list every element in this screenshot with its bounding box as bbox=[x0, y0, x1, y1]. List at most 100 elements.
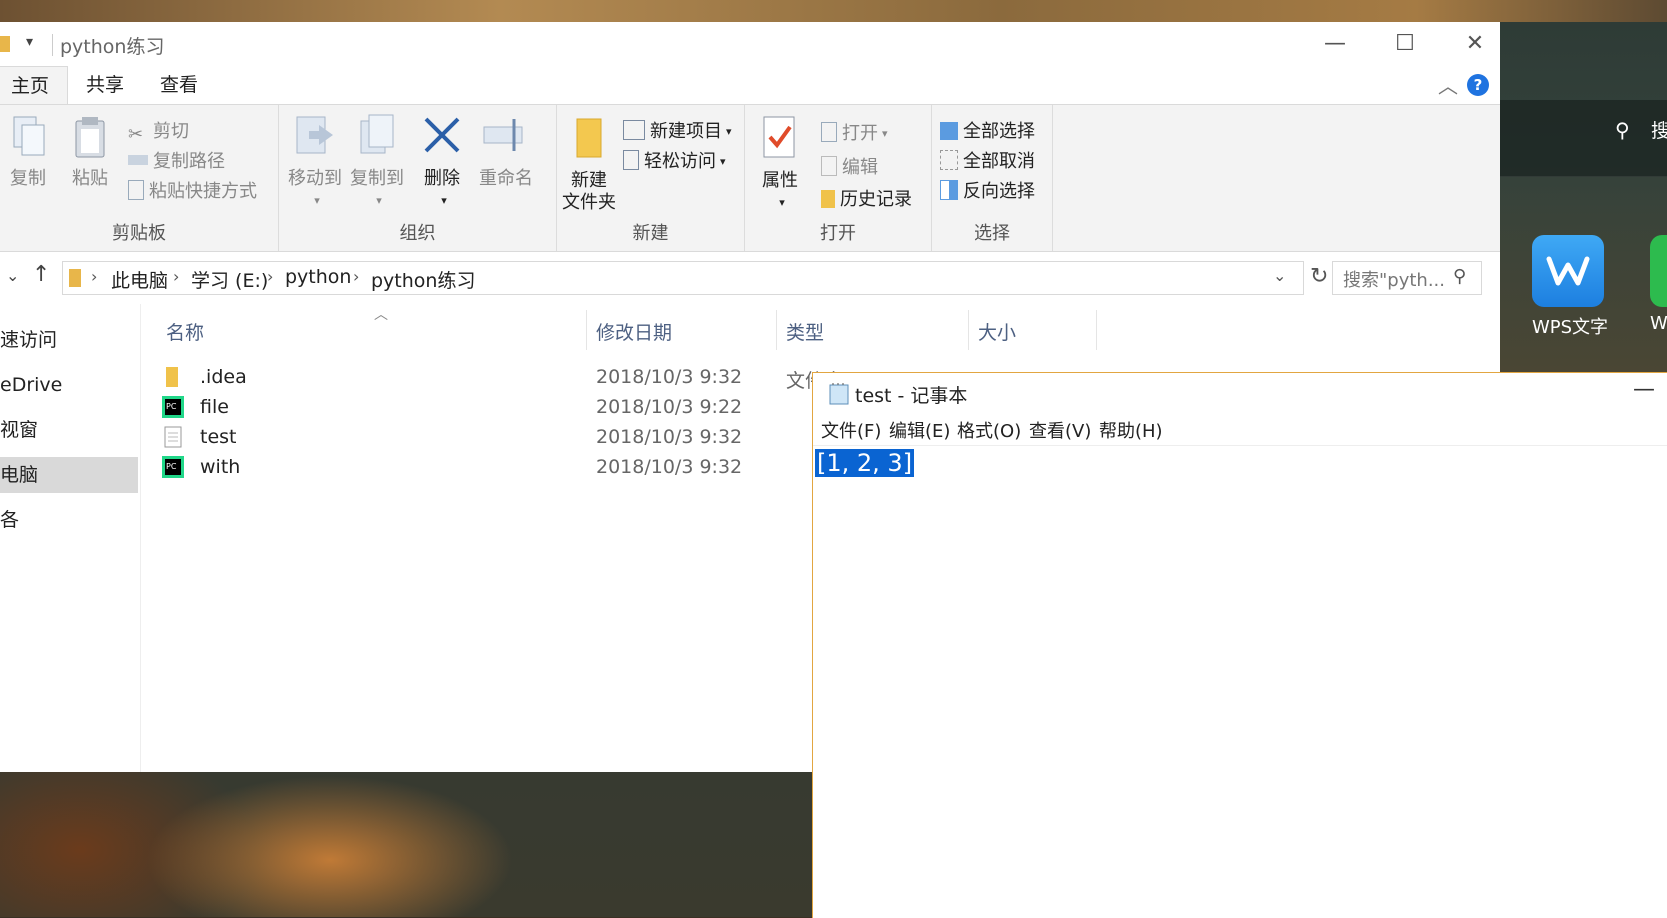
chevron-right-icon[interactable]: › bbox=[267, 267, 273, 286]
notepad-text-area[interactable]: [1, 2, 3] bbox=[815, 449, 915, 477]
history-button[interactable]: 历史记录 bbox=[821, 185, 912, 211]
svg-text:PC: PC bbox=[166, 402, 177, 411]
search-input[interactable]: 搜索"pyth... ⚲ bbox=[1332, 261, 1482, 295]
column-divider[interactable] bbox=[1096, 310, 1097, 350]
menu-view[interactable]: 查看(V) bbox=[1029, 417, 1091, 443]
notepad-titlebar[interactable]: test - 记事本 — bbox=[813, 373, 1667, 413]
chevron-down-icon: ▾ bbox=[882, 127, 888, 140]
search-placeholder: 搜索"pyth... bbox=[1343, 270, 1445, 291]
desktop-search-bar[interactable] bbox=[1500, 100, 1667, 177]
menu-file[interactable]: 文件(F) bbox=[821, 417, 881, 443]
paste-shortcut-button[interactable]: 粘贴快捷方式 bbox=[128, 177, 257, 203]
maximize-button[interactable]: ☐ bbox=[1385, 30, 1425, 60]
nav-item-3d-objects[interactable]: 视窗 bbox=[0, 412, 138, 448]
new-item-icon bbox=[623, 120, 645, 140]
new-item-button[interactable]: 新建项目 ▾ bbox=[623, 117, 732, 143]
desktop-search-label: 搜 bbox=[1651, 120, 1667, 142]
copy-path-icon bbox=[128, 155, 148, 165]
select-none-button[interactable]: 全部取消 bbox=[940, 147, 1035, 173]
move-to-icon bbox=[296, 116, 333, 154]
folder-icon bbox=[69, 269, 81, 287]
menu-edit[interactable]: 编辑(E) bbox=[889, 417, 950, 443]
quick-access-dropdown-icon[interactable]: ▾ bbox=[26, 34, 33, 50]
nav-item-onedrive[interactable]: eDrive bbox=[0, 367, 138, 403]
copy-button[interactable]: 复制 bbox=[6, 115, 50, 190]
edit-button[interactable]: 编辑 bbox=[821, 153, 878, 179]
easy-access-label: 轻松访问 bbox=[644, 151, 716, 172]
tab-view[interactable]: 查看 bbox=[142, 66, 216, 104]
open-icon bbox=[821, 122, 837, 142]
copy-path-label: 复制路径 bbox=[153, 151, 225, 172]
app-tile-partial[interactable] bbox=[1650, 235, 1667, 307]
invert-selection-button[interactable]: 反向选择 bbox=[940, 177, 1035, 203]
tab-home[interactable]: 主页 bbox=[0, 66, 69, 105]
minimize-button[interactable]: — bbox=[1633, 377, 1655, 402]
easy-access-button[interactable]: 轻松访问 ▾ bbox=[623, 147, 726, 173]
wps-app-label[interactable]: WPS文字 bbox=[1520, 313, 1620, 339]
chevron-right-icon[interactable]: › bbox=[91, 267, 97, 286]
copy-to-button[interactable]: 复制到 ▾ bbox=[349, 113, 405, 211]
open-button[interactable]: 打开 ▾ bbox=[821, 119, 888, 145]
move-to-label: 移动到 bbox=[288, 168, 342, 189]
delete-button[interactable]: 删除 ▾ bbox=[419, 113, 465, 211]
paste-shortcut-icon bbox=[128, 180, 144, 200]
refresh-icon[interactable]: ↻ bbox=[1310, 264, 1328, 289]
file-modified: 2018/10/3 9:32 bbox=[596, 456, 743, 478]
chevron-right-icon[interactable]: › bbox=[353, 267, 359, 286]
wallpaper-strip bbox=[0, 0, 1667, 22]
wps-app-icon[interactable] bbox=[1532, 235, 1604, 307]
sort-ascending-icon: ︿ bbox=[374, 307, 388, 323]
search-icon[interactable]: ⚲ bbox=[1453, 266, 1466, 287]
chevron-down-icon[interactable]: ⌄ bbox=[6, 266, 19, 285]
file-name: file bbox=[200, 396, 229, 418]
file-modified: 2018/10/3 9:22 bbox=[596, 396, 743, 418]
chevron-down-icon: ▾ bbox=[720, 155, 726, 168]
scissors-icon: ✂ bbox=[128, 124, 144, 145]
move-to-button[interactable]: 移动到 ▾ bbox=[287, 113, 343, 211]
address-bar[interactable]: › 此电脑 › 学习 (E:) › python › python练习 ⌄ bbox=[62, 261, 1304, 295]
rename-button[interactable]: 重命名 bbox=[477, 113, 535, 190]
paste-button[interactable]: 粘贴 bbox=[68, 115, 112, 190]
column-header-type[interactable]: 类型 bbox=[786, 318, 824, 345]
select-all-button[interactable]: 全部选择 bbox=[940, 117, 1035, 143]
nav-item-network[interactable]: 各 bbox=[0, 502, 138, 538]
new-folder-button[interactable]: 新建 文件夹 bbox=[561, 115, 617, 214]
menu-help[interactable]: 帮助(H) bbox=[1099, 417, 1163, 443]
column-header-size[interactable]: 大小 bbox=[978, 318, 1016, 345]
cut-button[interactable]: ✂ 剪切 bbox=[128, 117, 189, 145]
properties-icon bbox=[763, 116, 795, 158]
search-icon[interactable]: ⚲ bbox=[1615, 118, 1630, 142]
column-divider[interactable] bbox=[586, 310, 587, 350]
chevron-down-icon: ▾ bbox=[726, 125, 732, 138]
navigation-pane: 速访问 eDrive 视窗 电脑 各 bbox=[0, 304, 141, 772]
close-button[interactable]: ✕ bbox=[1455, 30, 1495, 60]
column-header-modified[interactable]: 修改日期 bbox=[596, 318, 672, 345]
breadcrumb-current[interactable]: python练习 bbox=[371, 266, 475, 293]
ribbon-group-open: 属性 ▾ 打开 ▾ 编辑 历史记录 打开 bbox=[745, 105, 932, 251]
chevron-up-icon[interactable]: ︿ bbox=[1438, 70, 1458, 99]
help-icon[interactable]: ? bbox=[1467, 74, 1489, 96]
menu-format[interactable]: 格式(O) bbox=[957, 417, 1021, 443]
ribbon: 复制 粘贴 ✂ 剪切 复制路径 粘贴快捷方式 剪贴板 移动到 ▾ 复制到 ▾ 删… bbox=[0, 104, 1500, 252]
chevron-right-icon[interactable]: › bbox=[173, 267, 179, 286]
copy-path-button[interactable]: 复制路径 bbox=[128, 147, 225, 173]
minimize-button[interactable]: — bbox=[1315, 30, 1355, 60]
column-header-name[interactable]: 名称 bbox=[166, 318, 204, 345]
tab-share[interactable]: 共享 bbox=[68, 66, 142, 104]
explorer-titlebar[interactable]: ▾ python练习 — ☐ ✕ bbox=[0, 22, 1500, 66]
chevron-down-icon[interactable]: ⌄ bbox=[1273, 266, 1286, 285]
column-divider[interactable] bbox=[968, 310, 969, 350]
up-arrow-icon[interactable]: ↑ bbox=[32, 262, 50, 287]
file-name: .idea bbox=[200, 366, 247, 388]
selected-text[interactable]: [1, 2, 3] bbox=[815, 449, 915, 477]
nav-item-this-pc[interactable]: 电脑 bbox=[0, 457, 138, 493]
properties-button[interactable]: 属性 ▾ bbox=[759, 115, 801, 213]
breadcrumb-python[interactable]: python bbox=[285, 266, 351, 288]
column-divider[interactable] bbox=[776, 310, 777, 350]
breadcrumb-drive[interactable]: 学习 (E:) bbox=[191, 266, 268, 293]
app-label-partial[interactable]: W bbox=[1650, 313, 1667, 334]
file-name: test bbox=[200, 426, 237, 448]
nav-item-quick-access[interactable]: 速访问 bbox=[0, 322, 138, 358]
notepad-menubar: 文件(F) 编辑(E) 格式(O) 查看(V) 帮助(H) bbox=[813, 413, 1667, 446]
breadcrumb-this-pc[interactable]: 此电脑 bbox=[111, 266, 168, 293]
